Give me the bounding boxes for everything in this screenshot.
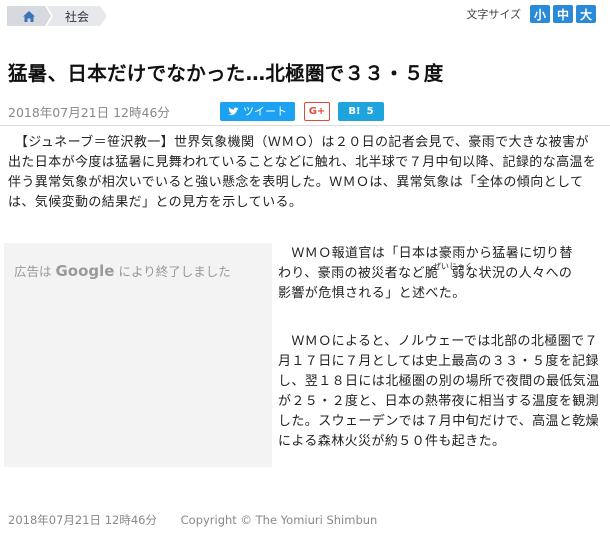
hatena-icon: B! xyxy=(348,105,361,117)
article-paragraph: 【ジュネーブ＝笹沢教一】世界気象機関（ＷＭＯ）は２０日の記者会見で、豪雨で大きな… xyxy=(8,133,600,213)
hatena-bookmark-button[interactable]: B! 5 xyxy=(338,101,384,121)
ad-prefix: 広告は xyxy=(14,264,52,279)
breadcrumb-category[interactable]: 社会 xyxy=(47,6,108,26)
line-text: わり、豪雨の被災者など脆 弱な状況の人々への xyxy=(278,266,573,281)
article-headline: 猛暑、日本だけでなかった…北極圏で３３・５度 xyxy=(8,62,444,85)
ad-placeholder: 広告は Google により終了しました xyxy=(4,243,272,467)
home-icon xyxy=(23,10,35,22)
ad-ended-message: 広告は Google により終了しました xyxy=(14,261,231,280)
copyright: Copyright © The Yomiuri Shimbun xyxy=(180,513,378,527)
ruby-reading: ぜいじゃく xyxy=(433,262,473,271)
tweet-label: ツイート xyxy=(243,105,287,118)
paragraph-line: ぜいじゃく わり、豪雨の被災者など脆 弱な状況の人々への xyxy=(278,262,602,284)
ad-suffix: により終了しました xyxy=(118,264,231,279)
article-paragraph: ＷＭＯによると、ノルウェーでは北部の北極圏で７月１７日に７月としては史上最高の３… xyxy=(278,332,602,452)
google-plus-button[interactable]: G+ xyxy=(304,101,330,121)
article-footer: 2018年07月21日 12時46分 Copyright © The Yomiu… xyxy=(8,512,377,528)
font-size-label: 文字サイズ xyxy=(466,8,521,21)
tweet-button[interactable]: ツイート xyxy=(220,101,295,121)
paragraph-text: 【ジュネーブ＝笹沢教一】世界気象機関（ＷＭＯ）は２０日の記者会見で、豪雨で大きな… xyxy=(8,135,597,210)
font-size-small-button[interactable]: 小 xyxy=(530,5,550,23)
hatena-count: 5 xyxy=(366,105,374,117)
breadcrumb: 社会 xyxy=(7,6,108,26)
article-paragraph: ＷＭＯ報道官は「日本は豪雨から猛暑に切り替 ぜいじゃく わり、豪雨の被災者など脆… xyxy=(278,244,602,304)
paragraph-line: 影響が危惧される」と述べた。 xyxy=(278,284,602,304)
font-size-medium-button[interactable]: 中 xyxy=(553,5,573,23)
breadcrumb-home[interactable] xyxy=(7,6,51,26)
google-logo: Google xyxy=(55,262,115,280)
font-size-controls: 文字サイズ 小 中 大 xyxy=(466,5,596,23)
line-text: 影響が危惧される」と述べた。 xyxy=(278,286,466,301)
twitter-bird-icon xyxy=(228,106,239,115)
article-date: 2018年07月21日 12時46分 xyxy=(8,104,170,120)
article-meta: 2018年07月21日 12時46分 ツイート G+ B! 5 xyxy=(8,100,602,122)
paragraph-text: ＷＭＯによると、ノルウェーでは北部の北極圏で７月１７日に７月としては史上最高の３… xyxy=(278,334,600,449)
font-size-large-button[interactable]: 大 xyxy=(576,5,596,23)
divider xyxy=(0,125,610,126)
footer-date: 2018年07月21日 12時46分 xyxy=(8,513,157,527)
